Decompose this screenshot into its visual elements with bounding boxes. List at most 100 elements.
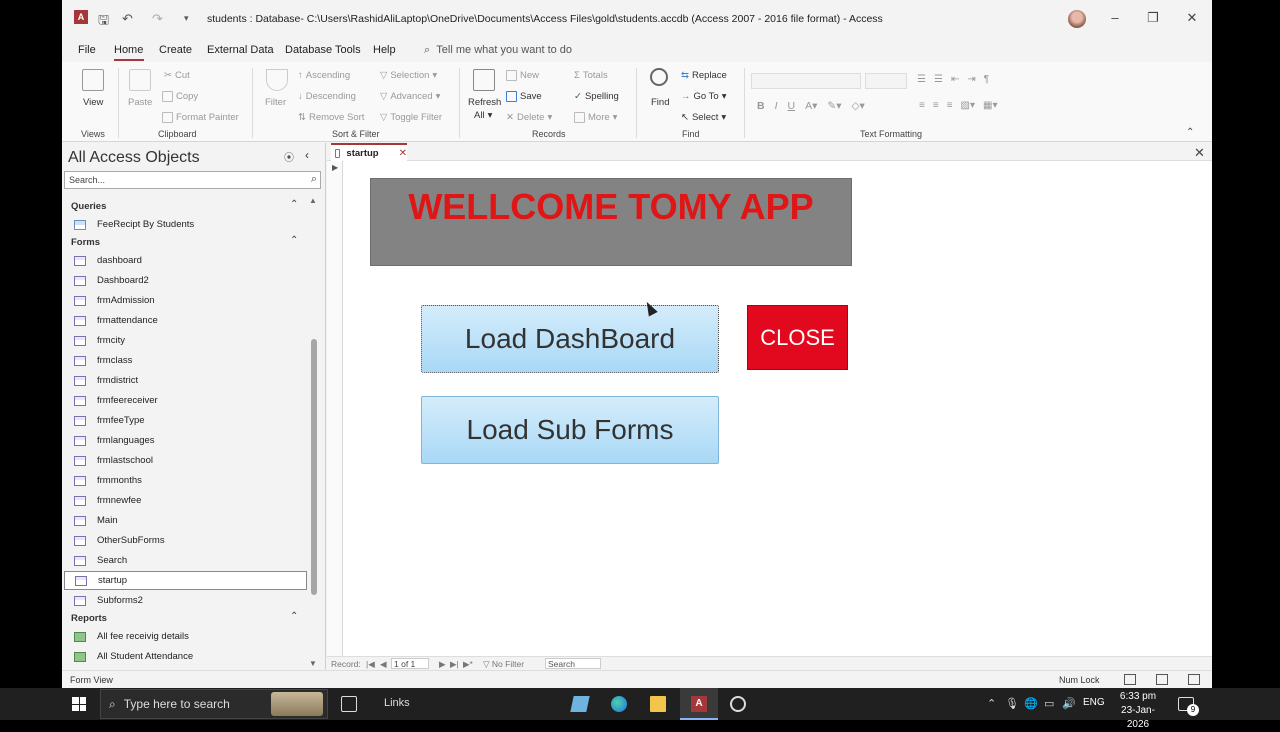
access-taskbar-button[interactable]: A xyxy=(680,688,718,720)
font-size-dropdown[interactable] xyxy=(865,73,907,89)
customize-quick-access-icon[interactable]: ▾ xyxy=(184,13,189,24)
align-center-icon[interactable]: ≡ xyxy=(933,100,939,111)
edge-browser-icon[interactable] xyxy=(611,696,627,712)
fill-color-icon[interactable]: ◇▾ xyxy=(851,100,864,112)
tab-home[interactable]: Home xyxy=(114,44,143,56)
task-view-icon[interactable] xyxy=(341,696,357,712)
nav-item-form[interactable]: frmcity xyxy=(64,331,307,350)
taskbar-search-box[interactable]: ⌕ Type here to search xyxy=(100,689,328,719)
toggle-filter-button[interactable]: ▽ Toggle Filter xyxy=(380,112,442,123)
nav-item-form[interactable]: frmfeeType xyxy=(64,411,307,430)
chevron-up-icon[interactable]: ⌃ xyxy=(290,235,298,246)
cut-button[interactable]: ✂ Cut xyxy=(164,70,190,81)
font-name-dropdown[interactable] xyxy=(751,73,861,89)
remove-sort-button[interactable]: ⇅ Remove Sort xyxy=(298,112,364,123)
paragraph-icon[interactable]: ¶ xyxy=(984,74,989,85)
network-globe-icon[interactable]: 🌐 xyxy=(1024,697,1038,710)
nav-item-form[interactable]: frmclass xyxy=(64,351,307,370)
nav-item-form[interactable]: frmdistrict xyxy=(64,371,307,390)
collapse-ribbon-icon[interactable]: ⌃ xyxy=(1186,127,1194,138)
nav-item-query[interactable]: FeeRecipt By Students xyxy=(64,215,307,234)
nav-scrollbar-thumb[interactable] xyxy=(311,339,317,595)
decrease-indent-icon[interactable]: ⇤ xyxy=(951,74,959,85)
microphone-icon[interactable]: 🎙 xyxy=(1005,697,1019,710)
chevron-up-icon[interactable]: ⌃ xyxy=(290,611,298,622)
nav-pane-title[interactable]: All Access Objects xyxy=(68,149,200,167)
nav-item-form[interactable]: frmnewfee xyxy=(64,491,307,510)
nav-item-report[interactable]: All Student Attendance xyxy=(64,647,307,666)
nav-item-form[interactable]: Main xyxy=(64,511,307,530)
avatar[interactable] xyxy=(1068,10,1086,28)
refresh-button[interactable]: Refresh xyxy=(468,97,501,108)
refresh-icon[interactable] xyxy=(473,69,495,91)
language-indicator[interactable]: ENG xyxy=(1083,697,1105,708)
taskbar-links-toolbar[interactable]: Links xyxy=(384,697,410,709)
paste-button[interactable]: Paste xyxy=(128,97,152,108)
replace-button[interactable]: ⇆ Replace xyxy=(681,70,727,81)
layout-view-icon[interactable] xyxy=(1156,674,1168,685)
obs-recorder-icon[interactable] xyxy=(730,696,746,712)
nav-item-form[interactable]: Search xyxy=(64,551,307,570)
nav-item-form[interactable]: Dashboard2 xyxy=(64,271,307,290)
advanced-button[interactable]: ▽ Advanced ▾ xyxy=(380,91,440,102)
close-tab-icon[interactable]: ✕ xyxy=(399,148,407,159)
search-icon[interactable]: ⌕ xyxy=(311,173,317,186)
tab-database-tools[interactable]: Database Tools xyxy=(285,44,361,56)
nav-section-reports[interactable]: Reports xyxy=(71,613,107,624)
save-icon[interactable]: 🖫 xyxy=(98,11,109,33)
design-view-icon[interactable] xyxy=(1188,674,1200,685)
new-blank-record-icon[interactable]: ▶* xyxy=(463,659,473,670)
alternate-row-color-icon[interactable]: ▧▾ xyxy=(961,100,975,111)
notepad-icon[interactable] xyxy=(570,696,590,712)
file-explorer-icon[interactable] xyxy=(650,696,666,712)
align-left-icon[interactable]: ≡ xyxy=(919,100,925,111)
scroll-up-icon[interactable]: ▲ xyxy=(309,196,317,205)
tab-create[interactable]: Create xyxy=(159,44,192,56)
nav-item-form[interactable]: frmattendance xyxy=(64,311,307,330)
chevron-up-icon[interactable]: ⌃ xyxy=(290,199,298,210)
close-window-icon[interactable]: ✕ xyxy=(1182,10,1202,26)
spelling-button[interactable]: ✓ Spelling xyxy=(574,91,619,102)
find-icon[interactable] xyxy=(650,68,668,86)
bold-icon[interactable]: B xyxy=(757,100,765,112)
tab-external-data[interactable]: External Data xyxy=(207,44,274,56)
scroll-down-icon[interactable]: ▼ xyxy=(309,659,317,668)
save-record-button[interactable]: Save xyxy=(506,91,542,102)
nav-section-queries[interactable]: Queries xyxy=(71,201,106,212)
new-record-button[interactable]: New xyxy=(506,70,539,81)
tab-startup[interactable]: startup ✕ xyxy=(331,143,407,161)
restore-icon[interactable]: ❐ xyxy=(1143,10,1163,26)
ascending-button[interactable]: ↑ Ascending xyxy=(298,70,350,81)
form-view-icon[interactable] xyxy=(1124,674,1136,685)
volume-icon[interactable]: 🔊 xyxy=(1062,697,1076,710)
underline-icon[interactable]: U xyxy=(788,100,796,112)
nav-search-input[interactable]: Search... ⌕ xyxy=(64,171,321,189)
next-record-icon[interactable]: ▶ xyxy=(439,659,446,670)
gridlines-icon[interactable]: ▦▾ xyxy=(983,100,997,111)
font-color-icon[interactable]: A▾ xyxy=(805,100,817,112)
delete-record-button[interactable]: ✕ Delete ▾ xyxy=(506,112,552,123)
increase-indent-icon[interactable]: ⇥ xyxy=(967,74,975,85)
nav-item-report[interactable]: All fee receivig details xyxy=(64,627,307,646)
nav-item-form[interactable]: dashboard xyxy=(64,251,307,270)
tell-me-search[interactable]: ⌕ Tell me what you want to do xyxy=(424,44,572,57)
close-button[interactable]: CLOSE xyxy=(747,305,848,370)
record-search-input[interactable]: Search xyxy=(545,658,601,669)
align-right-icon[interactable]: ≡ xyxy=(947,100,953,111)
shutter-bar-close-icon[interactable]: ‹ xyxy=(305,148,309,162)
more-button[interactable]: More ▾ xyxy=(574,112,617,123)
view-button[interactable]: View xyxy=(83,97,103,108)
nav-section-forms[interactable]: Forms xyxy=(71,237,100,248)
nav-item-form[interactable]: frmlanguages xyxy=(64,431,307,450)
load-dashboard-button[interactable]: Load DashBoard xyxy=(421,305,719,373)
descending-button[interactable]: ↓ Descending xyxy=(298,91,356,102)
record-position-field[interactable]: 1 of 1 xyxy=(391,658,429,669)
bullets-icon[interactable]: ☰ xyxy=(917,74,926,85)
show-hidden-icons-icon[interactable]: ⌃ xyxy=(987,697,996,710)
nav-item-form[interactable]: frmAdmission xyxy=(64,291,307,310)
select-button[interactable]: ↖ Select ▾ xyxy=(681,112,726,123)
minimize-icon[interactable]: – xyxy=(1105,10,1125,25)
taskbar-clock[interactable]: 6:33 pm 23-Jan-2026 xyxy=(1110,690,1166,732)
notification-center-icon[interactable]: 9 xyxy=(1178,697,1199,716)
copy-button[interactable]: Copy xyxy=(162,91,198,102)
